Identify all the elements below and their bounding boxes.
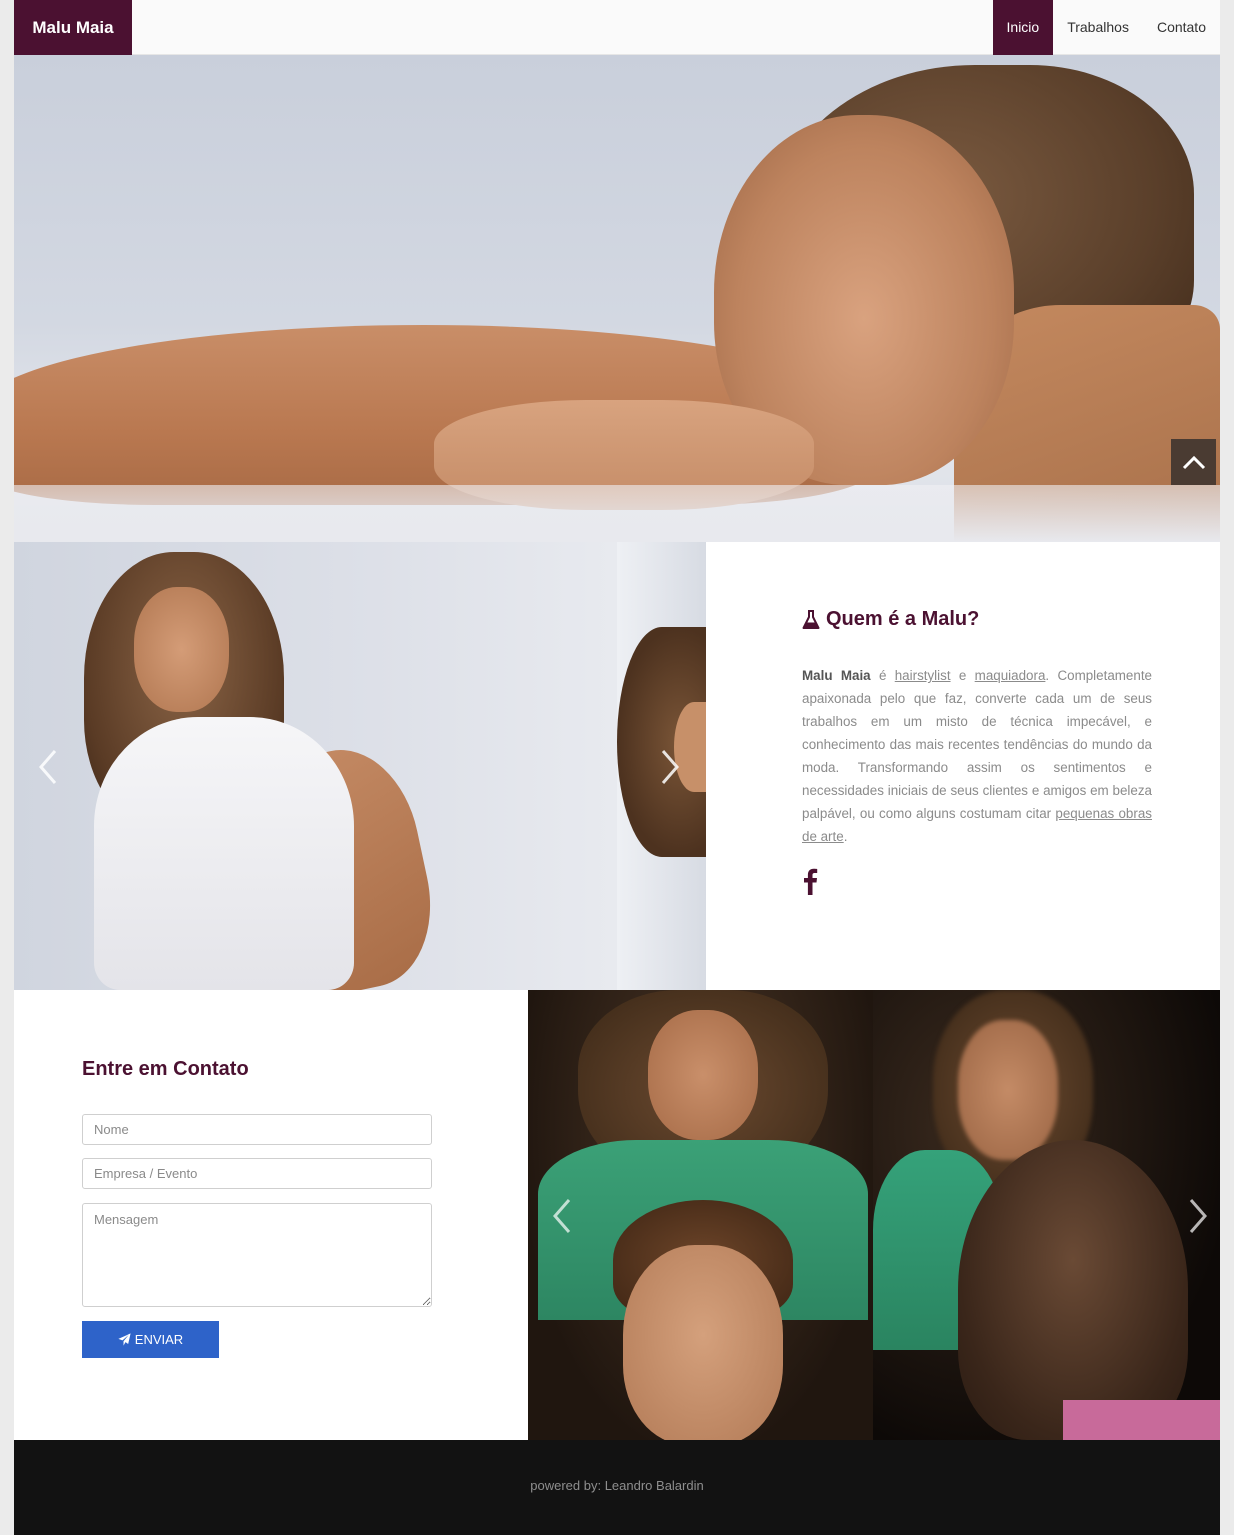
about-text-2: e [950,668,975,683]
carousel-prev-button[interactable] [28,737,68,797]
page: Malu Maia Inicio Trabalhos Contato Quem … [14,0,1220,1535]
chevron-left-icon [39,750,57,784]
carousel-next-button[interactable] [650,737,690,797]
chevron-left-icon [553,1199,571,1233]
flask-icon [802,609,820,629]
slide-photo-dress [94,717,354,990]
work-carousel-prev-button[interactable] [542,1186,582,1246]
nav-link-inicio[interactable]: Inicio [992,0,1054,55]
chevron-up-icon [1182,455,1205,470]
facebook-icon [804,868,818,895]
nav-link-contato[interactable]: Contato [1143,0,1220,55]
work-photo2-stylist-face [958,1020,1058,1160]
chevron-right-icon [1189,1199,1207,1233]
footer: powered by: Leandro Balardin [14,1440,1220,1535]
about-title-text: Quem é a Malu? [826,608,980,630]
about-text-3: . Completamente apaixonada pelo que faz,… [802,668,1152,821]
work-photo-stylist-face [648,1010,758,1140]
scroll-top-button[interactable] [1171,439,1216,485]
message-textarea[interactable] [82,1203,432,1307]
work-photo2-client-hair [958,1140,1188,1440]
brand-logo[interactable]: Malu Maia [14,0,132,55]
send-button[interactable]: ENVIAR [82,1321,219,1358]
chevron-right-icon [661,750,679,784]
hairstylist-link[interactable]: hairstylist [895,668,951,683]
contact-section: Entre em Contato ENVIAR [14,990,1220,1440]
about-name: Malu Maia [802,668,871,683]
company-input[interactable] [82,1158,432,1189]
work-photo-client-face [623,1245,783,1440]
maquiadora-link[interactable]: maquiadora [975,668,1046,683]
contact-form: Entre em Contato ENVIAR [14,990,528,1440]
nav-link-trabalhos[interactable]: Trabalhos [1053,0,1143,55]
work-photo2-client-shirt [1063,1400,1220,1440]
hero-photo-reflection [14,485,1220,542]
slide-photo-face [134,587,229,712]
about-title: Quem é a Malu? [802,608,979,631]
footer-credit: powered by: Leandro Balardin [530,1478,704,1493]
name-input[interactable] [82,1114,432,1145]
about-panel: Quem é a Malu? Malu Maia é hairstylist e… [706,542,1220,990]
work-carousel [528,990,1220,1440]
facebook-link[interactable] [802,867,824,899]
about-text-4: . [843,829,848,844]
send-button-label: ENVIAR [134,1332,184,1347]
paper-plane-icon [118,1333,131,1346]
contact-title: Entre em Contato [82,1058,249,1080]
about-section: Quem é a Malu? Malu Maia é hairstylist e… [14,542,1220,990]
about-text-1: é [870,668,895,683]
work-carousel-next-button[interactable] [1178,1186,1218,1246]
navbar: Malu Maia Inicio Trabalhos Contato [14,0,1220,55]
portrait-carousel [14,542,706,990]
nav-links: Inicio Trabalhos Contato [992,0,1220,55]
about-description: Malu Maia é hairstylist e maquiadora. Co… [802,664,1152,848]
hero-image [14,55,1220,542]
